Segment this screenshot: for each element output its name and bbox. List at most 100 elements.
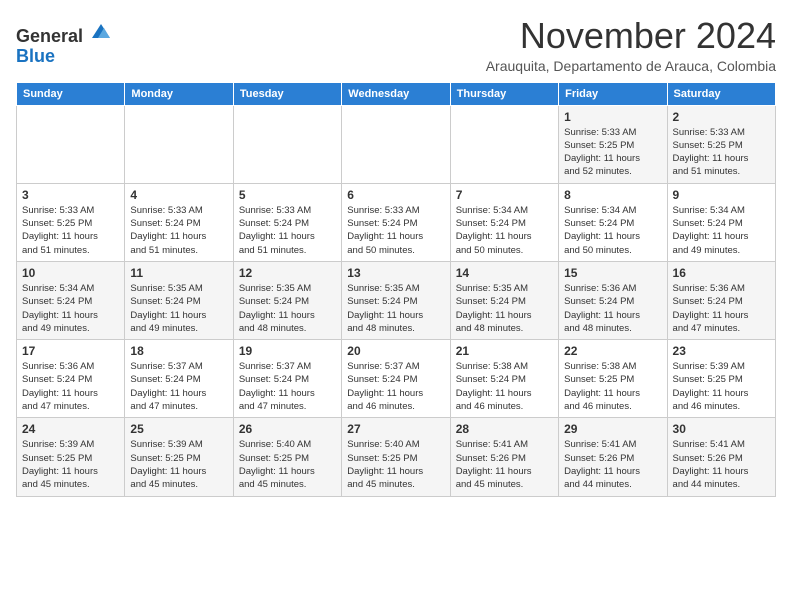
- calendar-cell: 18 Sunrise: 5:37 AM Sunset: 5:24 PM Dayli…: [125, 340, 233, 418]
- day-info: Sunrise: 5:41 AM Sunset: 5:26 PM Dayligh…: [673, 438, 770, 491]
- day-number: 28: [456, 422, 553, 436]
- day-number: 11: [130, 266, 227, 280]
- day-number: 18: [130, 344, 227, 358]
- calendar-cell: 22 Sunrise: 5:38 AM Sunset: 5:25 PM Dayli…: [559, 340, 667, 418]
- day-info: Sunrise: 5:35 AM Sunset: 5:24 PM Dayligh…: [130, 282, 227, 335]
- header-day-wednesday: Wednesday: [342, 82, 450, 105]
- day-number: 4: [130, 188, 227, 202]
- calendar-cell: 7 Sunrise: 5:34 AM Sunset: 5:24 PM Daylig…: [450, 183, 558, 261]
- day-info: Sunrise: 5:33 AM Sunset: 5:24 PM Dayligh…: [347, 204, 444, 257]
- day-number: 26: [239, 422, 336, 436]
- week-row-4: 24 Sunrise: 5:39 AM Sunset: 5:25 PM Dayli…: [17, 418, 776, 496]
- calendar-cell: [450, 105, 558, 183]
- header-day-saturday: Saturday: [667, 82, 775, 105]
- day-info: Sunrise: 5:39 AM Sunset: 5:25 PM Dayligh…: [130, 438, 227, 491]
- month-title: November 2024: [486, 16, 776, 56]
- day-number: 10: [22, 266, 119, 280]
- header-day-friday: Friday: [559, 82, 667, 105]
- day-number: 14: [456, 266, 553, 280]
- header-day-thursday: Thursday: [450, 82, 558, 105]
- calendar-cell: 13 Sunrise: 5:35 AM Sunset: 5:24 PM Dayli…: [342, 261, 450, 339]
- calendar-cell: 23 Sunrise: 5:39 AM Sunset: 5:25 PM Dayli…: [667, 340, 775, 418]
- day-info: Sunrise: 5:34 AM Sunset: 5:24 PM Dayligh…: [456, 204, 553, 257]
- logo-icon: [90, 20, 112, 42]
- calendar-cell: [17, 105, 125, 183]
- day-info: Sunrise: 5:37 AM Sunset: 5:24 PM Dayligh…: [130, 360, 227, 413]
- day-info: Sunrise: 5:35 AM Sunset: 5:24 PM Dayligh…: [347, 282, 444, 335]
- day-number: 2: [673, 110, 770, 124]
- day-info: Sunrise: 5:35 AM Sunset: 5:24 PM Dayligh…: [239, 282, 336, 335]
- day-info: Sunrise: 5:38 AM Sunset: 5:25 PM Dayligh…: [564, 360, 661, 413]
- day-info: Sunrise: 5:35 AM Sunset: 5:24 PM Dayligh…: [456, 282, 553, 335]
- day-info: Sunrise: 5:34 AM Sunset: 5:24 PM Dayligh…: [564, 204, 661, 257]
- logo-general: General: [16, 26, 83, 46]
- calendar-cell: 19 Sunrise: 5:37 AM Sunset: 5:24 PM Dayli…: [233, 340, 341, 418]
- day-info: Sunrise: 5:34 AM Sunset: 5:24 PM Dayligh…: [22, 282, 119, 335]
- header-row: SundayMondayTuesdayWednesdayThursdayFrid…: [17, 82, 776, 105]
- day-info: Sunrise: 5:36 AM Sunset: 5:24 PM Dayligh…: [673, 282, 770, 335]
- calendar-cell: 27Sunrise: 5:40 AM Sunset: 5:25 PM Dayli…: [342, 418, 450, 496]
- day-number: 27: [347, 422, 444, 436]
- calendar-cell: [342, 105, 450, 183]
- day-number: 5: [239, 188, 336, 202]
- calendar-cell: 26Sunrise: 5:40 AM Sunset: 5:25 PM Dayli…: [233, 418, 341, 496]
- day-info: Sunrise: 5:41 AM Sunset: 5:26 PM Dayligh…: [456, 438, 553, 491]
- calendar-cell: 17 Sunrise: 5:36 AM Sunset: 5:24 PM Dayli…: [17, 340, 125, 418]
- day-number: 8: [564, 188, 661, 202]
- calendar-cell: 16Sunrise: 5:36 AM Sunset: 5:24 PM Dayli…: [667, 261, 775, 339]
- header-day-sunday: Sunday: [17, 82, 125, 105]
- day-number: 19: [239, 344, 336, 358]
- calendar-cell: 21 Sunrise: 5:38 AM Sunset: 5:24 PM Dayli…: [450, 340, 558, 418]
- day-info: Sunrise: 5:36 AM Sunset: 5:24 PM Dayligh…: [564, 282, 661, 335]
- logo-blue: Blue: [16, 46, 55, 66]
- calendar-cell: 29Sunrise: 5:41 AM Sunset: 5:26 PM Dayli…: [559, 418, 667, 496]
- day-number: 22: [564, 344, 661, 358]
- header: General Blue November 2024 Arauquita, De…: [16, 16, 776, 74]
- day-info: Sunrise: 5:34 AM Sunset: 5:24 PM Dayligh…: [673, 204, 770, 257]
- day-info: Sunrise: 5:36 AM Sunset: 5:24 PM Dayligh…: [22, 360, 119, 413]
- day-number: 30: [673, 422, 770, 436]
- day-info: Sunrise: 5:39 AM Sunset: 5:25 PM Dayligh…: [22, 438, 119, 491]
- logo: General Blue: [16, 20, 112, 67]
- day-number: 6: [347, 188, 444, 202]
- day-info: Sunrise: 5:41 AM Sunset: 5:26 PM Dayligh…: [564, 438, 661, 491]
- calendar-cell: 3Sunrise: 5:33 AM Sunset: 5:25 PM Daylig…: [17, 183, 125, 261]
- day-number: 21: [456, 344, 553, 358]
- calendar: SundayMondayTuesdayWednesdayThursdayFrid…: [16, 82, 776, 497]
- calendar-header: SundayMondayTuesdayWednesdayThursdayFrid…: [17, 82, 776, 105]
- calendar-cell: 5 Sunrise: 5:33 AM Sunset: 5:24 PM Daylig…: [233, 183, 341, 261]
- calendar-cell: [125, 105, 233, 183]
- day-number: 13: [347, 266, 444, 280]
- calendar-cell: 8 Sunrise: 5:34 AM Sunset: 5:24 PM Daylig…: [559, 183, 667, 261]
- calendar-cell: 28 Sunrise: 5:41 AM Sunset: 5:26 PM Dayli…: [450, 418, 558, 496]
- calendar-cell: [233, 105, 341, 183]
- day-number: 24: [22, 422, 119, 436]
- calendar-cell: 25Sunrise: 5:39 AM Sunset: 5:25 PM Dayli…: [125, 418, 233, 496]
- calendar-cell: 30 Sunrise: 5:41 AM Sunset: 5:26 PM Dayli…: [667, 418, 775, 496]
- day-info: Sunrise: 5:37 AM Sunset: 5:24 PM Dayligh…: [239, 360, 336, 413]
- day-info: Sunrise: 5:37 AM Sunset: 5:24 PM Dayligh…: [347, 360, 444, 413]
- day-info: Sunrise: 5:33 AM Sunset: 5:24 PM Dayligh…: [239, 204, 336, 257]
- calendar-cell: 4 Sunrise: 5:33 AM Sunset: 5:24 PM Daylig…: [125, 183, 233, 261]
- header-day-tuesday: Tuesday: [233, 82, 341, 105]
- day-number: 17: [22, 344, 119, 358]
- day-number: 12: [239, 266, 336, 280]
- week-row-0: 1Sunrise: 5:33 AM Sunset: 5:25 PM Daylig…: [17, 105, 776, 183]
- day-info: Sunrise: 5:33 AM Sunset: 5:24 PM Dayligh…: [130, 204, 227, 257]
- calendar-cell: 9 Sunrise: 5:34 AM Sunset: 5:24 PM Daylig…: [667, 183, 775, 261]
- header-day-monday: Monday: [125, 82, 233, 105]
- calendar-cell: 20 Sunrise: 5:37 AM Sunset: 5:24 PM Dayli…: [342, 340, 450, 418]
- title-area: November 2024 Arauquita, Departamento de…: [486, 16, 776, 74]
- calendar-cell: 14 Sunrise: 5:35 AM Sunset: 5:24 PM Dayli…: [450, 261, 558, 339]
- calendar-cell: 24 Sunrise: 5:39 AM Sunset: 5:25 PM Dayli…: [17, 418, 125, 496]
- day-number: 7: [456, 188, 553, 202]
- day-number: 23: [673, 344, 770, 358]
- week-row-2: 10 Sunrise: 5:34 AM Sunset: 5:24 PM Dayli…: [17, 261, 776, 339]
- day-number: 20: [347, 344, 444, 358]
- day-info: Sunrise: 5:38 AM Sunset: 5:24 PM Dayligh…: [456, 360, 553, 413]
- day-number: 9: [673, 188, 770, 202]
- calendar-cell: 2Sunrise: 5:33 AM Sunset: 5:25 PM Daylig…: [667, 105, 775, 183]
- day-info: Sunrise: 5:33 AM Sunset: 5:25 PM Dayligh…: [564, 126, 661, 179]
- calendar-cell: 6 Sunrise: 5:33 AM Sunset: 5:24 PM Daylig…: [342, 183, 450, 261]
- day-info: Sunrise: 5:39 AM Sunset: 5:25 PM Dayligh…: [673, 360, 770, 413]
